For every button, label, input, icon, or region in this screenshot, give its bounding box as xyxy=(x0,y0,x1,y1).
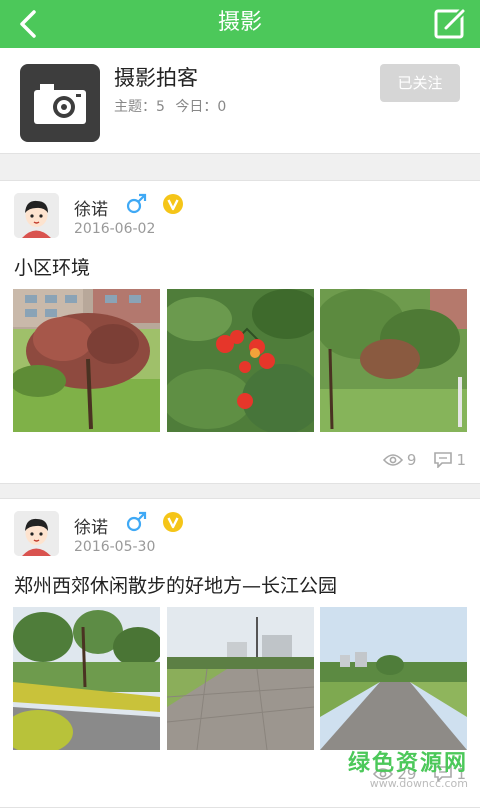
comments-count: 1 xyxy=(456,451,466,469)
topics-count: 5 xyxy=(156,99,165,115)
author-name[interactable]: 徐诺 xyxy=(74,513,108,538)
post-image-plaza[interactable] xyxy=(167,607,314,750)
forum-name: 摄影拍客 xyxy=(114,62,198,92)
vip-badge-icon xyxy=(162,193,184,215)
avatar[interactable] xyxy=(14,511,59,556)
avatar[interactable] xyxy=(14,193,59,238)
post-stats: 9 1 xyxy=(383,451,466,469)
author-name[interactable]: 徐诺 xyxy=(74,195,108,220)
post-title[interactable]: 郑州西郊休闲散步的好地方—长江公园 xyxy=(14,571,337,598)
views-icon xyxy=(383,453,403,467)
forum-stats: 主题：5 今日：0 xyxy=(114,96,232,116)
male-icon xyxy=(125,191,149,215)
topics-label: 主题： xyxy=(114,99,156,115)
top-bar: 摄影 xyxy=(0,0,480,48)
camera-icon xyxy=(20,64,100,142)
post-image-maple-tree[interactable] xyxy=(13,289,160,432)
page-title: 摄影 xyxy=(0,0,480,48)
post-date: 2016-05-30 xyxy=(74,539,155,555)
post-title[interactable]: 小区环境 xyxy=(14,253,90,280)
watermark: 绿色资源网 www.downcc.com xyxy=(348,745,468,790)
post-image-red-flowers[interactable] xyxy=(167,289,314,432)
post-image-park-walkway[interactable] xyxy=(320,607,467,750)
male-icon xyxy=(125,509,149,533)
post-image-park-path[interactable] xyxy=(13,607,160,750)
watermark-title: 绿色资源网 xyxy=(348,745,468,777)
compose-icon[interactable] xyxy=(432,6,468,42)
watermark-url: www.downcc.com xyxy=(348,777,468,790)
post-date: 2016-06-02 xyxy=(74,221,155,237)
today-label: 今日： xyxy=(175,99,217,115)
forum-header: 摄影拍客 主题：5 今日：0 已关注 xyxy=(0,48,480,154)
views-count: 9 xyxy=(407,451,417,469)
today-count: 0 xyxy=(217,99,226,115)
post-image-garden[interactable] xyxy=(320,289,467,432)
post-card[interactable]: 徐诺 2016-06-02 小区环境 xyxy=(0,180,480,484)
vip-badge-icon xyxy=(162,511,184,533)
follow-button[interactable]: 已关注 xyxy=(380,64,460,102)
comments-icon[interactable] xyxy=(434,452,452,468)
